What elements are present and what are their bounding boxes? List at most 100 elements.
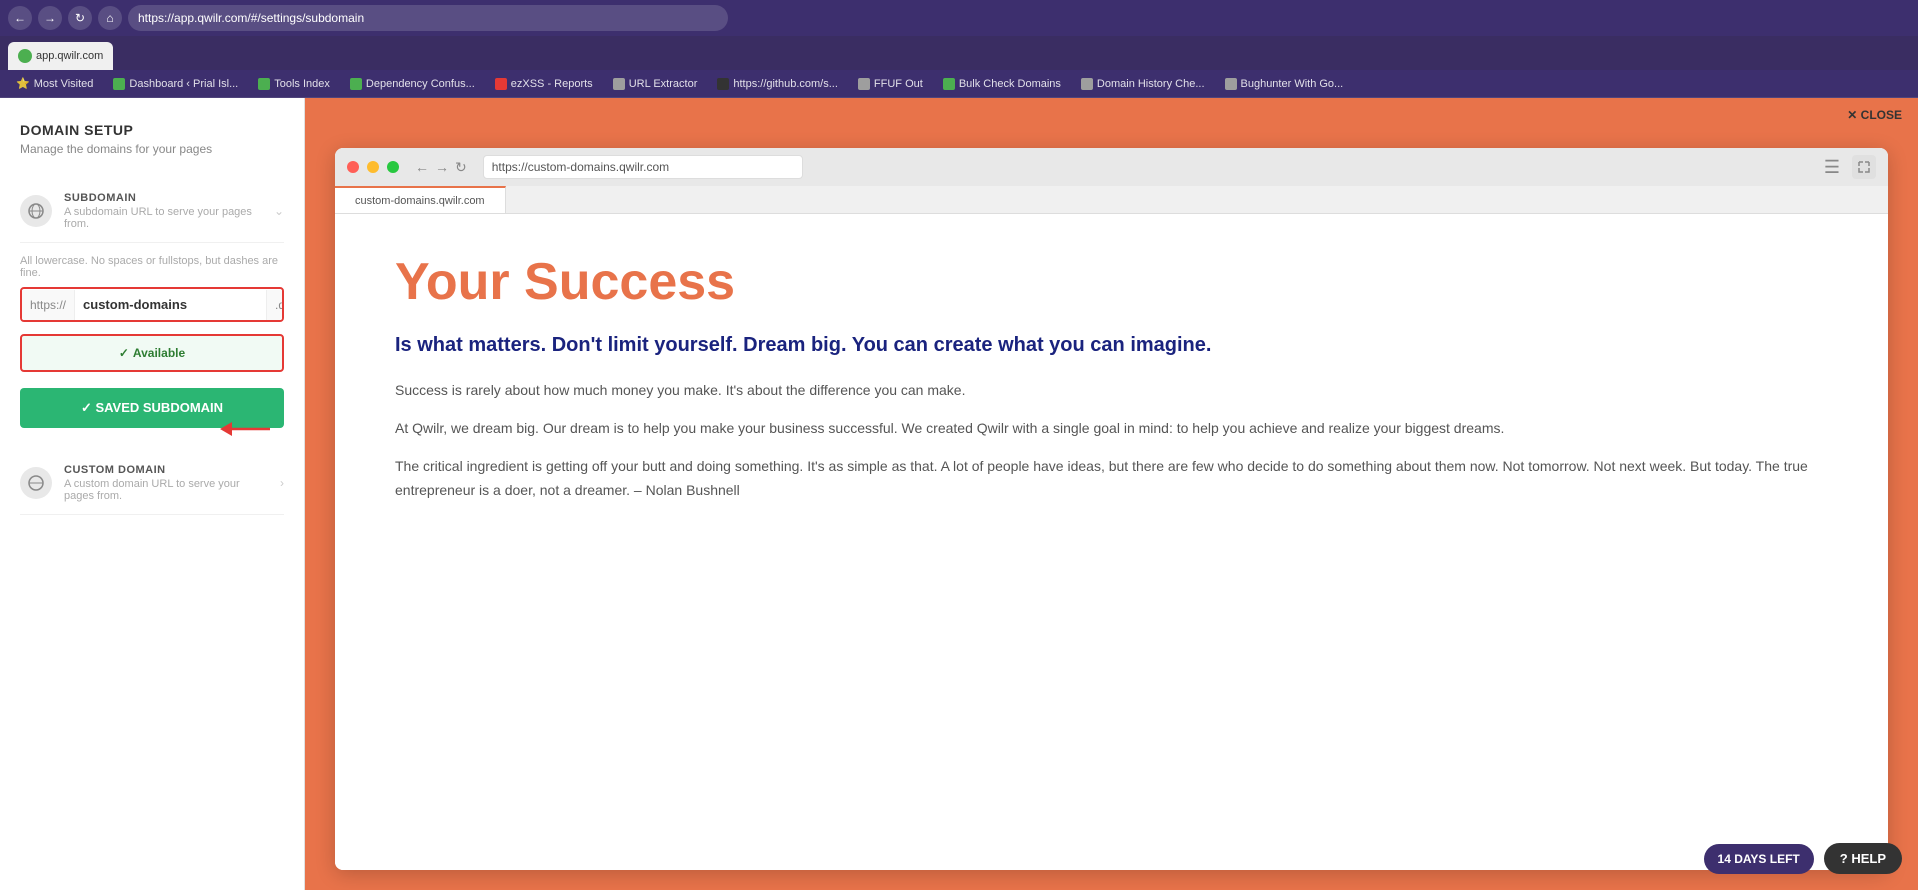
bookmark-favicon	[717, 78, 729, 90]
bookmark-dependency[interactable]: Dependency Confus...	[342, 73, 483, 95]
custom-domain-chevron: ›	[280, 476, 284, 490]
main-content: DOMAIN SETUP Manage the domains for your…	[0, 98, 1918, 890]
bookmark-ezxss[interactable]: ezXSS - Reports	[487, 73, 601, 95]
body-paragraph-1: Success is rarely about how much money y…	[395, 379, 1828, 403]
mockup-menu-icon: ☰	[1824, 157, 1840, 178]
bookmark-bughunter[interactable]: Bughunter With Go...	[1217, 73, 1352, 95]
custom-domain-desc: A custom domain URL to serve your pages …	[64, 478, 268, 502]
bookmark-label: Domain History Che...	[1097, 78, 1205, 90]
bookmark-favicon	[1081, 78, 1093, 90]
mockup-nav: ← → ↻	[415, 159, 467, 176]
bookmarks-bar: ⭐ Most Visited Dashboard ‹ Prial Isl... …	[0, 70, 1918, 98]
bookmark-domain-history[interactable]: Domain History Che...	[1073, 73, 1213, 95]
bookmark-label: Tools Index	[274, 78, 330, 90]
mockup-dot-yellow	[367, 161, 379, 173]
page-title: DOMAIN SETUP	[20, 122, 284, 138]
bookmark-label: https://github.com/s...	[733, 78, 838, 90]
mockup-url-text: https://custom-domains.qwilr.com	[492, 160, 669, 174]
close-button[interactable]: ✕ CLOSE	[1847, 108, 1902, 122]
mockup-expand-button[interactable]	[1852, 155, 1876, 179]
bookmark-bulk-check[interactable]: Bulk Check Domains	[935, 73, 1069, 95]
bookmark-favicon	[858, 78, 870, 90]
mockup-back-button[interactable]: ←	[415, 159, 429, 176]
bottom-bar: 14 DAYS LEFT ? HELP	[1704, 843, 1902, 874]
help-button[interactable]: ? HELP	[1824, 843, 1902, 874]
mockup-dot-red	[347, 161, 359, 173]
bookmark-label: URL Extractor	[629, 78, 698, 90]
bookmark-github[interactable]: https://github.com/s...	[709, 73, 846, 95]
days-left-badge: 14 DAYS LEFT	[1704, 844, 1814, 874]
mockup-content: Your Success Is what matters. Don't limi…	[335, 214, 1888, 870]
bookmark-label: Dependency Confus...	[366, 78, 475, 90]
available-check-icon: ✓	[119, 346, 129, 360]
red-arrow	[220, 414, 280, 449]
subdomain-label: SUBDOMAIN	[64, 192, 262, 204]
custom-domain-section[interactable]: CUSTOM DOMAIN A custom domain URL to ser…	[20, 452, 284, 515]
subdomain-section[interactable]: SUBDOMAIN A subdomain URL to serve your …	[20, 180, 284, 243]
custom-domain-label: CUSTOM DOMAIN	[64, 464, 268, 476]
save-label: ✓ SAVED SUBDOMAIN	[81, 400, 223, 416]
refresh-button[interactable]: ↻	[68, 6, 92, 30]
input-prefix: https://	[22, 290, 75, 320]
subdomain-icon	[20, 195, 52, 227]
mockup-tab-active[interactable]: custom-domains.qwilr.com	[335, 186, 506, 213]
mockup-tab-bar: custom-domains.qwilr.com	[335, 186, 1888, 214]
browser-tabs: app.qwilr.com	[0, 36, 1918, 70]
bookmark-favicon	[258, 78, 270, 90]
body-paragraph-3: The critical ingredient is getting off y…	[395, 455, 1828, 503]
bookmark-url-extractor[interactable]: URL Extractor	[605, 73, 706, 95]
url-text: https://app.qwilr.com/#/settings/subdoma…	[138, 11, 364, 25]
bookmark-label: Most Visited	[34, 78, 94, 90]
tab-label: app.qwilr.com	[36, 50, 103, 62]
bookmark-most-visited[interactable]: ⭐ Most Visited	[8, 73, 101, 95]
forward-button[interactable]: →	[38, 6, 62, 30]
browser-toolbar: ← → ↻ ⌂ https://app.qwilr.com/#/settings…	[0, 0, 1918, 36]
bookmark-favicon	[350, 78, 362, 90]
back-button[interactable]: ←	[8, 6, 32, 30]
bookmark-favicon	[113, 78, 125, 90]
url-bar[interactable]: https://app.qwilr.com/#/settings/subdoma…	[128, 5, 728, 31]
custom-domain-info: CUSTOM DOMAIN A custom domain URL to ser…	[64, 464, 268, 502]
mockup-dot-green	[387, 161, 399, 173]
success-heading: Your Success	[395, 254, 1828, 311]
bookmark-label: ezXSS - Reports	[511, 78, 593, 90]
bookmark-favicon	[613, 78, 625, 90]
mockup-forward-button[interactable]: →	[435, 159, 449, 176]
home-button[interactable]: ⌂	[98, 6, 122, 30]
bookmark-dashboard[interactable]: Dashboard ‹ Prial Isl...	[105, 73, 246, 95]
bookmark-label: Dashboard ‹ Prial Isl...	[129, 78, 238, 90]
browser-window: ← → ↻ ⌂ https://app.qwilr.com/#/settings…	[0, 0, 1918, 890]
subdomain-chevron: ⌄	[274, 204, 284, 218]
sidebar: DOMAIN SETUP Manage the domains for your…	[0, 98, 305, 890]
active-tab[interactable]: app.qwilr.com	[8, 42, 113, 70]
browser-mockup: ← → ↻ https://custom-domains.qwilr.com ☰	[335, 148, 1888, 870]
page-subtitle: Manage the domains for your pages	[20, 142, 284, 156]
preview-area: Aa Aa	[305, 98, 1918, 890]
mockup-url-bar: https://custom-domains.qwilr.com	[483, 155, 803, 179]
bookmark-tools-index[interactable]: Tools Index	[250, 73, 338, 95]
bookmark-label: Bulk Check Domains	[959, 78, 1061, 90]
input-suffix: .qwilr.com	[266, 290, 284, 320]
bookmark-favicon	[1225, 78, 1237, 90]
subdomain-info: SUBDOMAIN A subdomain URL to serve your …	[64, 192, 262, 230]
bookmark-favicon	[495, 78, 507, 90]
subdomain-hint: All lowercase. No spaces or fullstops, b…	[20, 255, 284, 279]
bookmark-label: Bughunter With Go...	[1241, 78, 1344, 90]
mockup-refresh-button[interactable]: ↻	[455, 159, 467, 176]
bookmark-favicon	[943, 78, 955, 90]
mockup-toolbar: ← → ↻ https://custom-domains.qwilr.com ☰	[335, 148, 1888, 186]
custom-domain-icon	[20, 467, 52, 499]
success-subheading: Is what matters. Don't limit yourself. D…	[395, 331, 1828, 359]
available-label: Available	[133, 346, 185, 360]
body-paragraph-2: At Qwilr, we dream big. Our dream is to …	[395, 417, 1828, 441]
bookmark-label: FFUF Out	[874, 78, 923, 90]
bookmark-ffuf[interactable]: FFUF Out	[850, 73, 931, 95]
subdomain-input[interactable]	[75, 289, 266, 320]
subdomain-input-row: https:// .qwilr.com	[20, 287, 284, 322]
close-label: ✕ CLOSE	[1847, 108, 1902, 122]
help-label: ? HELP	[1840, 851, 1886, 866]
available-badge: ✓ Available	[119, 346, 185, 360]
bookmark-favicon: ⭐	[16, 77, 30, 90]
available-badge-container: ✓ Available	[20, 334, 284, 372]
subdomain-desc: A subdomain URL to serve your pages from…	[64, 206, 262, 230]
